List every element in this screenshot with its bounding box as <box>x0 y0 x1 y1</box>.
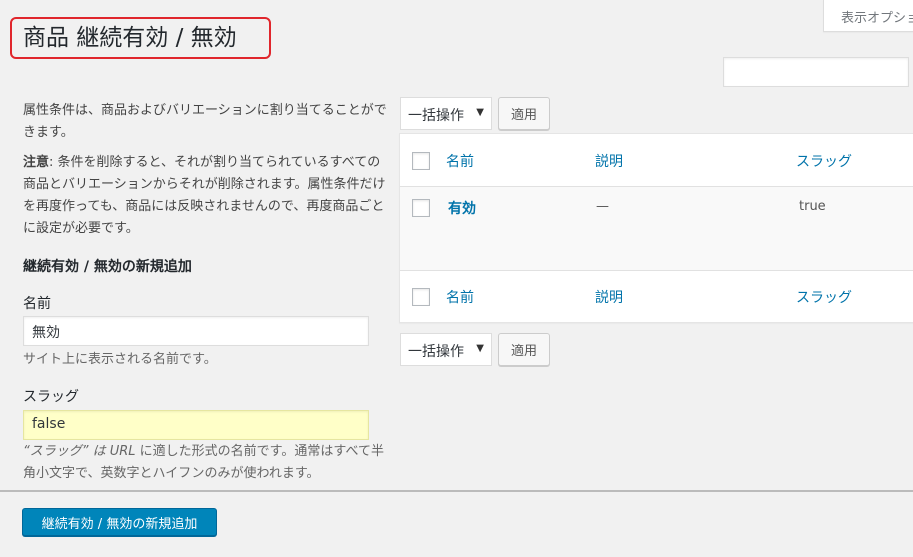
table-header: 名前 説明 スラッグ <box>400 134 913 187</box>
slug-field[interactable]: false <box>23 410 369 440</box>
column-description-footer[interactable]: 説明 <box>595 287 623 307</box>
add-new-term-button[interactable]: 継続有効 / 無効の新規追加 <box>22 508 217 536</box>
bulk-action-value: 一括操作 <box>408 108 464 124</box>
select-all-checkbox[interactable] <box>412 152 430 170</box>
name-field[interactable]: 無効 <box>23 316 369 346</box>
column-name-footer[interactable]: 名前 <box>446 287 474 307</box>
bulk-action-select-bottom[interactable]: 一括操作 ▼ <box>400 333 492 366</box>
select-all-checkbox-bottom[interactable] <box>412 288 430 306</box>
form-divider <box>0 490 913 492</box>
table-row: 有効 — true <box>400 187 913 270</box>
column-description[interactable]: 説明 <box>595 151 623 171</box>
screen-options-button[interactable]: 表示オプション <box>823 0 913 32</box>
row-checkbox[interactable] <box>412 199 430 217</box>
note-text: 注意: 条件を削除すると、それが割り当てられているすべての商品とバリエーションか… <box>23 152 387 240</box>
slug-help-quote: “スラッグ” は <box>23 444 110 459</box>
taxonomy-description: 属性条件は、商品およびバリエーションに割り当てることができます。 注意: 条件を… <box>23 100 387 240</box>
note-body: : 条件を削除すると、それが割り当てられているすべての商品とバリエーションからそ… <box>23 155 386 236</box>
column-slug-footer[interactable]: スラッグ <box>796 287 852 307</box>
column-name[interactable]: 名前 <box>446 151 474 171</box>
column-slug[interactable]: スラッグ <box>796 151 852 171</box>
slug-help-url: URL <box>109 444 136 459</box>
note-label: 注意 <box>23 155 50 170</box>
apply-button-bottom[interactable]: 適用 <box>498 333 550 366</box>
slug-help-text: “スラッグ” は URL に適した形式の名前です。通常はすべて半角小文字で、英数… <box>23 441 387 485</box>
intro-text: 属性条件は、商品およびバリエーションに割り当てることができます。 <box>23 103 387 140</box>
bulk-action-value: 一括操作 <box>408 344 464 360</box>
add-new-heading: 継続有効 / 無効の新規追加 <box>23 259 192 275</box>
terms-table: 名前 説明 スラッグ 有効 — true 名前 説明 スラッグ <box>399 133 913 323</box>
chevron-down-icon: ▼ <box>476 343 484 354</box>
term-slug: true <box>799 199 826 214</box>
table-footer: 名前 説明 スラッグ <box>400 270 913 323</box>
search-input[interactable] <box>723 57 909 87</box>
slug-label: スラッグ <box>23 389 79 405</box>
name-label: 名前 <box>23 296 51 312</box>
term-name-link[interactable]: 有効 <box>448 198 476 218</box>
bulk-action-select-top[interactable]: 一括操作 ▼ <box>400 97 492 130</box>
chevron-down-icon: ▼ <box>476 107 484 118</box>
page-title: 商品 継続有効 / 無効 <box>23 25 237 51</box>
name-help-text: サイト上に表示される名前です。 <box>23 352 217 367</box>
apply-button-top[interactable]: 適用 <box>498 97 550 130</box>
term-description: — <box>596 199 609 214</box>
